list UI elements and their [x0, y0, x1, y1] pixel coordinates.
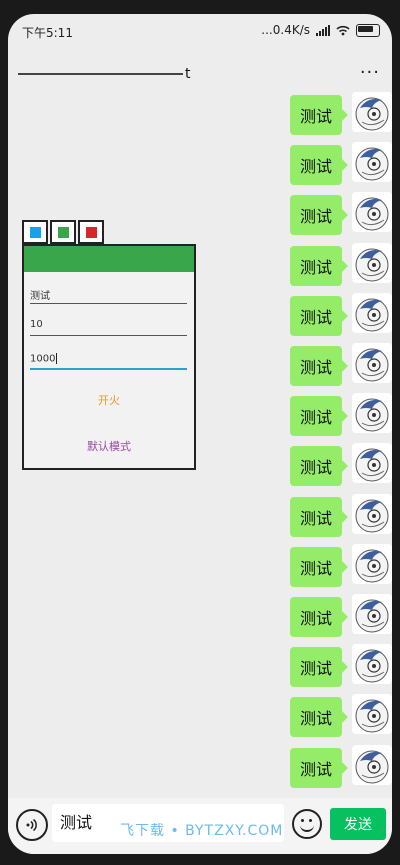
message-row: 测试: [282, 92, 392, 142]
message-bubble[interactable]: 测试: [290, 295, 348, 336]
blue-square-icon: [29, 226, 41, 238]
avatar[interactable]: [352, 694, 392, 735]
voice-button[interactable]: [16, 809, 48, 841]
floating-control-panel: 测试 10 1000 开火 默认模式: [22, 220, 196, 470]
avatar-icon: [355, 448, 389, 482]
wifi-icon: [336, 25, 350, 35]
message-row: 测试: [282, 443, 392, 493]
avatar-icon: [355, 549, 389, 583]
more-options-button[interactable]: ···: [360, 62, 380, 83]
title-suffix: t: [185, 66, 191, 82]
message-row: 测试: [282, 142, 392, 192]
message-row: 测试: [282, 744, 392, 795]
emoji-icon[interactable]: [292, 809, 322, 839]
red-square-icon: [85, 226, 97, 238]
screen: 下午5:11 ...0.4K/s t ··· 测试 测试 测试 测试 测试 测试 测试 测试测…: [8, 14, 392, 854]
voice-icon: [26, 818, 37, 832]
avatar[interactable]: [352, 543, 392, 584]
count-field[interactable]: 10: [30, 314, 187, 336]
message-row: 测试: [282, 644, 392, 694]
avatar-icon: [355, 499, 389, 533]
field-underline: [30, 334, 187, 336]
avatar-icon: [355, 298, 389, 332]
avatar-icon: [355, 398, 389, 432]
avatar-icon: [355, 348, 389, 382]
panel-header-bar: [24, 246, 194, 272]
tab-red[interactable]: [78, 220, 104, 244]
battery-icon: [356, 23, 380, 37]
message-row: 测试: [282, 192, 392, 242]
message-bubble[interactable]: 测试: [290, 396, 348, 437]
interval-field-value: 1000: [30, 353, 56, 365]
avatar-icon: [355, 599, 389, 633]
avatar[interactable]: [352, 393, 392, 434]
message-bubble[interactable]: 测试: [290, 245, 348, 286]
avatar[interactable]: [352, 343, 392, 383]
message-bubble[interactable]: 测试: [290, 496, 348, 537]
message-bubble[interactable]: 测试: [290, 95, 348, 135]
field-underline: [30, 302, 187, 304]
interval-field[interactable]: 1000: [30, 348, 187, 370]
panel-tabs: [22, 220, 194, 244]
tab-blue[interactable]: [22, 220, 48, 244]
default-mode-button[interactable]: 默认模式: [24, 438, 194, 454]
avatar[interactable]: [352, 594, 392, 634]
avatar[interactable]: [352, 744, 392, 785]
message-bubble[interactable]: 测试: [290, 697, 348, 738]
green-square-icon: [57, 226, 69, 238]
message-bubble[interactable]: 测试: [290, 195, 348, 236]
avatar[interactable]: [352, 493, 392, 534]
chat-title: t: [18, 66, 191, 82]
network-speed: ...0.4K/s: [261, 23, 310, 37]
avatar[interactable]: [352, 142, 392, 183]
fire-button[interactable]: 开火: [24, 392, 194, 408]
status-time: 下午5:11: [22, 26, 73, 40]
message-row: 测试: [282, 242, 392, 293]
signal-icon: [316, 24, 330, 36]
message-row: 测试: [282, 493, 392, 544]
text-field-value: 测试: [30, 291, 50, 302]
phone-frame: 下午5:11 ...0.4K/s t ··· 测试 测试 测试 测试 测试 测试 测试 测试测…: [0, 0, 400, 865]
avatar[interactable]: [352, 92, 392, 132]
avatar[interactable]: [352, 242, 392, 283]
message-row: 测试: [282, 543, 392, 594]
avatar-icon: [355, 699, 389, 733]
count-field-value: 10: [30, 319, 43, 330]
message-bubble[interactable]: 测试: [290, 597, 348, 637]
watermark: 飞下载 • BYTZXY.COM: [120, 823, 284, 839]
avatar[interactable]: [352, 443, 392, 484]
avatar-icon: [355, 147, 389, 181]
text-field[interactable]: 测试: [30, 282, 187, 304]
panel-body: 测试 10 1000 开火 默认模式: [22, 244, 196, 470]
avatar[interactable]: [352, 292, 392, 333]
field-underline-active: [30, 368, 187, 370]
avatar[interactable]: [352, 192, 392, 233]
message-bubble[interactable]: 测试: [290, 647, 348, 688]
status-bar: 下午5:11 ...0.4K/s: [8, 14, 392, 48]
message-row: 测试: [282, 694, 392, 744]
avatar-icon: [355, 750, 389, 784]
tab-green[interactable]: [50, 220, 76, 244]
avatar-icon: [355, 248, 389, 282]
message-row: 测试: [282, 292, 392, 343]
message-row: 测试: [282, 594, 392, 644]
status-right: ...0.4K/s: [261, 23, 380, 37]
send-button[interactable]: 发送: [330, 808, 386, 840]
message-row: 测试: [282, 393, 392, 443]
message-bubble[interactable]: 测试: [290, 446, 348, 487]
avatar-icon: [355, 197, 389, 231]
message-bubble[interactable]: 测试: [290, 145, 348, 186]
avatar-icon: [355, 649, 389, 683]
avatar[interactable]: [352, 644, 392, 685]
message-bubble[interactable]: 测试: [290, 546, 348, 587]
message-row: 测试: [282, 343, 392, 393]
message-bubble[interactable]: 测试: [290, 346, 348, 386]
message-bubble[interactable]: 测试: [290, 747, 348, 788]
redacted-title-bar: [18, 73, 183, 75]
avatar-icon: [355, 97, 389, 131]
